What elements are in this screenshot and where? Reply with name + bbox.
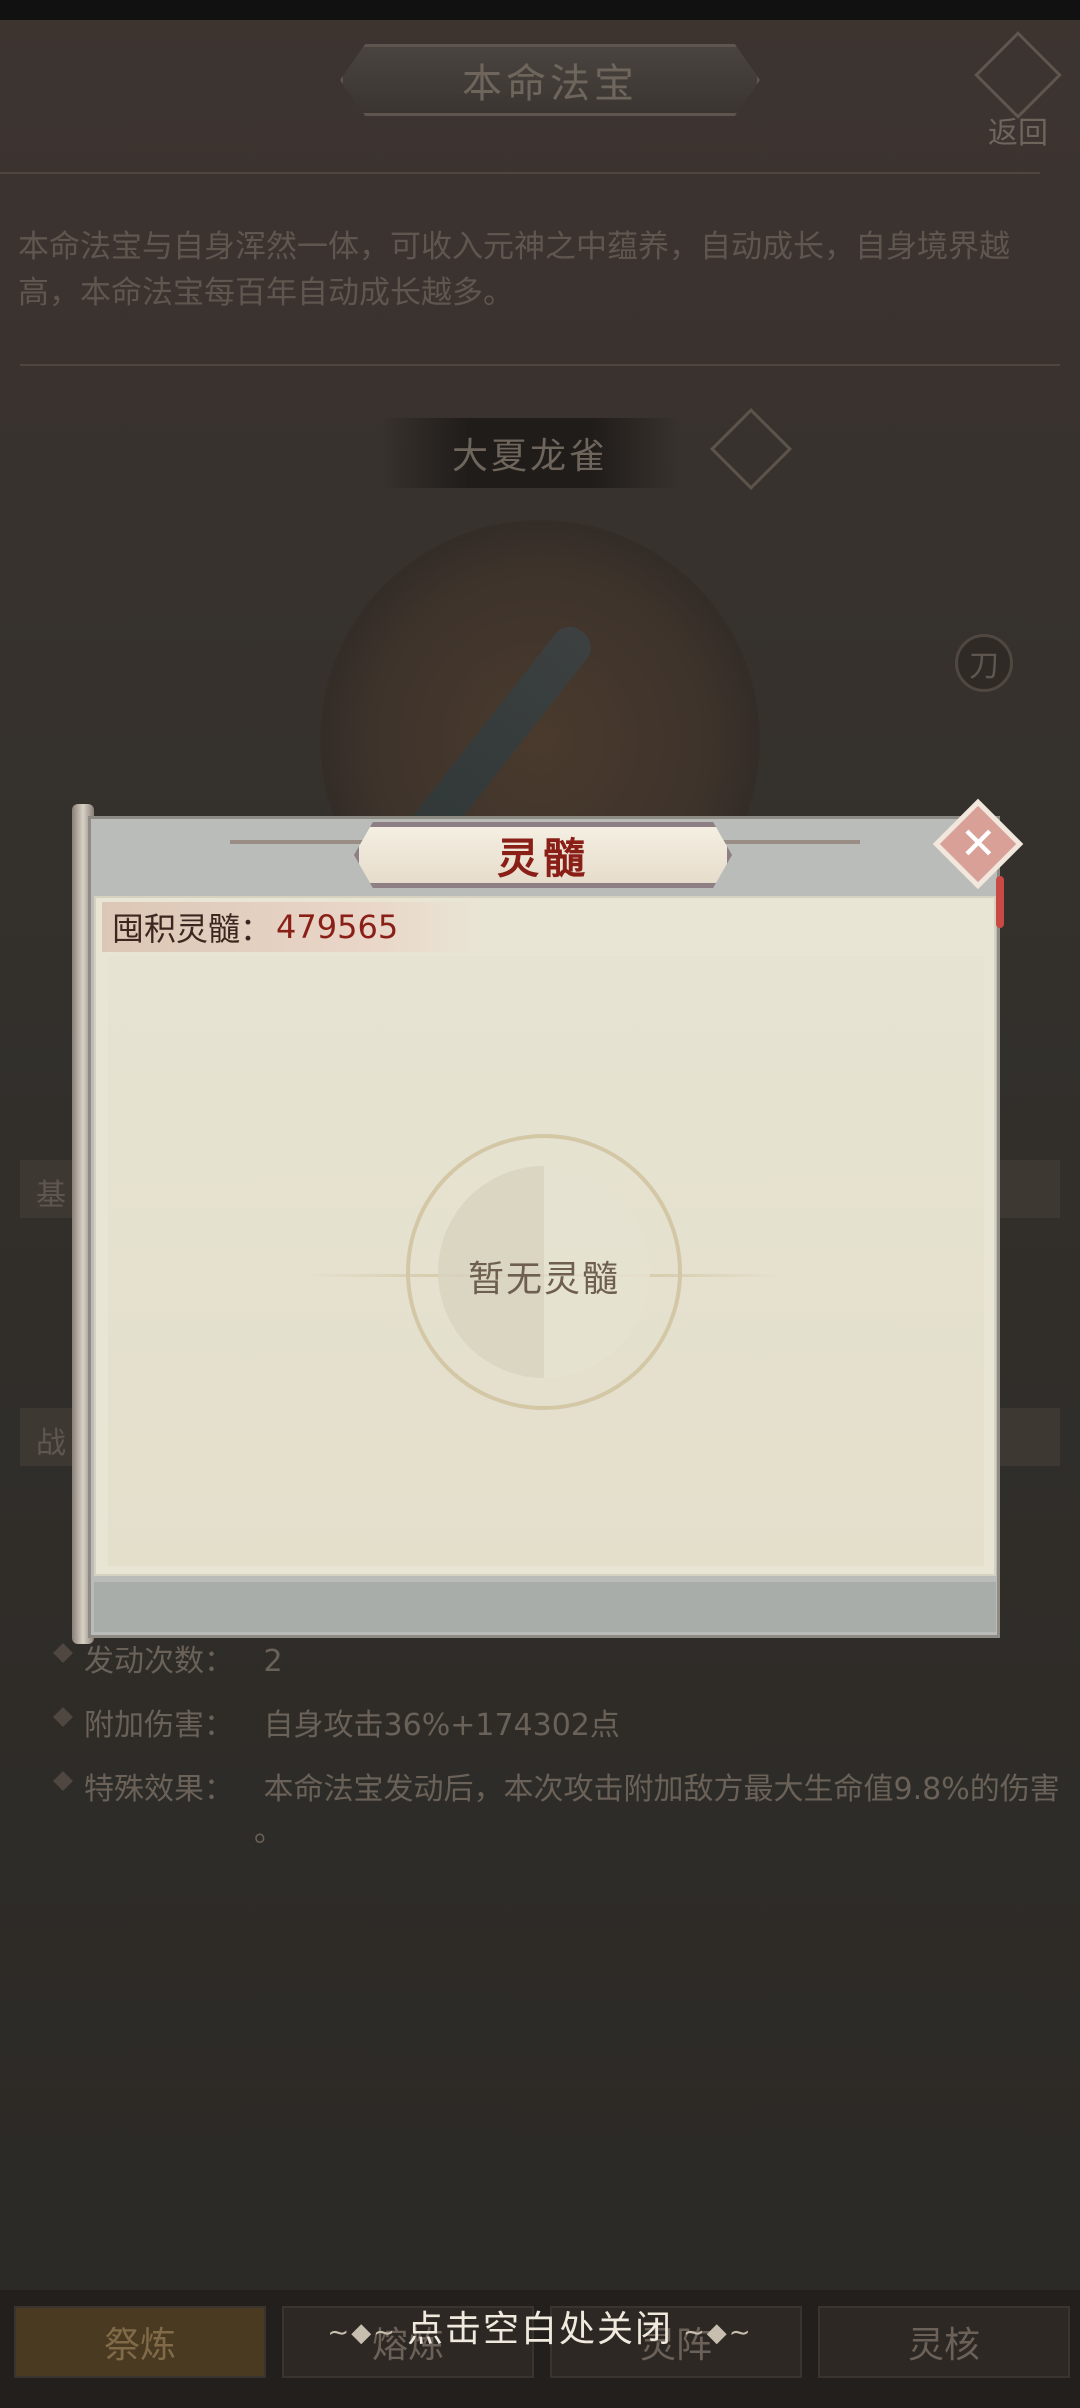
stat-value: 。: [254, 1814, 284, 1849]
empty-state: 暂无灵髓: [304, 1134, 784, 1424]
weapon-type-badge: 刀: [955, 634, 1013, 692]
back-label: 返回: [988, 116, 1048, 151]
stat-key: 特殊效果：: [84, 1772, 234, 1807]
divider: [20, 364, 1060, 366]
modal-footer-strip: [94, 1582, 996, 1632]
stat-key: 发动次数：: [84, 1644, 234, 1679]
stat-row: 发动次数： 2: [53, 1636, 283, 1680]
accumulated-essence: 囤积灵髓： 479565: [102, 902, 482, 952]
stat-row: 特殊效果： 本命法宝发动后，本次攻击附加敌方最大生命值9.8%的伤害: [53, 1764, 1060, 1808]
stat-value: 自身攻击36%+174302点: [263, 1708, 620, 1743]
treasure-name: 大夏龙雀: [380, 418, 680, 488]
stat-key: 附加伤害：: [84, 1708, 234, 1743]
back-icon: [974, 31, 1062, 119]
tassel-decoration: [996, 876, 1004, 928]
close-hint-text: 点击空白处关闭: [406, 2309, 673, 2350]
section-battle-label: 战: [36, 1426, 66, 1461]
page-title: 本命法宝: [340, 44, 760, 116]
accum-label: 囤积灵髓：: [112, 910, 273, 948]
stat-value: 本命法宝发动后，本次攻击附加敌方最大生命值9.8%的伤害: [263, 1772, 1060, 1807]
close-hint[interactable]: ∼◆∼ 点击空白处关闭 ∼◆∼: [0, 2300, 1080, 2352]
hint-ornament-left: ∼◆∼: [327, 2318, 397, 2348]
empty-text: 暂无灵髓: [467, 1259, 620, 1300]
modal-title: 灵髓: [354, 822, 732, 888]
stat-continuation: 。: [254, 1806, 284, 1850]
divider: [0, 172, 1040, 174]
accum-value: 479565: [276, 908, 399, 946]
status-bar: [0, 0, 1080, 20]
treasure-description: 本命法宝与自身浑然一体，可收入元神之中蕴养，自动成长，自身境界越高，本命法宝每百…: [18, 229, 1010, 311]
stat-value: 2: [263, 1644, 283, 1679]
back-button[interactable]: 返回: [970, 31, 1066, 151]
stat-row: 附加伤害： 自身攻击36%+174302点: [53, 1700, 620, 1744]
section-basic-label: 基: [36, 1178, 66, 1213]
close-icon: ✕: [959, 818, 997, 869]
hint-ornament-right: ∼◆∼: [683, 2318, 753, 2348]
